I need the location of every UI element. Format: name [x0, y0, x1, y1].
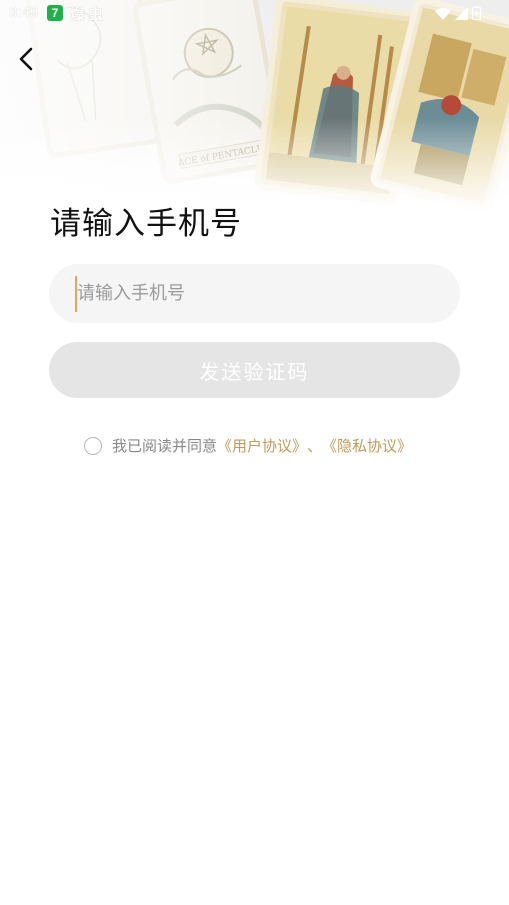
- tarot-header-image: ACE of PENTACLES: [0, 0, 509, 215]
- chevron-left-icon: [19, 47, 33, 71]
- agreement-checkbox[interactable]: [84, 436, 102, 455]
- agreement-separator: 、: [307, 437, 323, 455]
- agreement-prefix: 我已阅读并同意: [112, 437, 218, 455]
- privacy-policy-link[interactable]: 《隐私协议》: [322, 435, 412, 456]
- user-agreement-link[interactable]: 《用户协议》: [217, 435, 307, 456]
- battery-icon: [472, 6, 481, 20]
- status-icons: [435, 6, 481, 20]
- phone-input-container[interactable]: [49, 264, 460, 323]
- status-time: 3:49: [9, 4, 39, 21]
- status-bar: 3:49 7 爆虫: [0, 0, 509, 28]
- app-badge-icon: 7: [47, 5, 63, 21]
- signal-icon: [455, 6, 468, 20]
- back-button[interactable]: [12, 44, 40, 74]
- page-title: 请输入手机号: [50, 206, 242, 242]
- agreement-row: 我已阅读并同意 《用户协议》 、 《隐私协议》: [84, 435, 412, 456]
- wifi-icon: [435, 7, 451, 20]
- status-app-name: 爆虫: [70, 5, 107, 23]
- send-code-button[interactable]: 发送验证码: [49, 342, 460, 398]
- login-screen: ACE of PENTACLES 3:49 7 爆虫 请输入手机号 请输入手机号…: [0, 0, 509, 905]
- tarot-cards-illustration: ACE of PENTACLES: [25, 0, 509, 214]
- phone-number-input[interactable]: [77, 264, 437, 323]
